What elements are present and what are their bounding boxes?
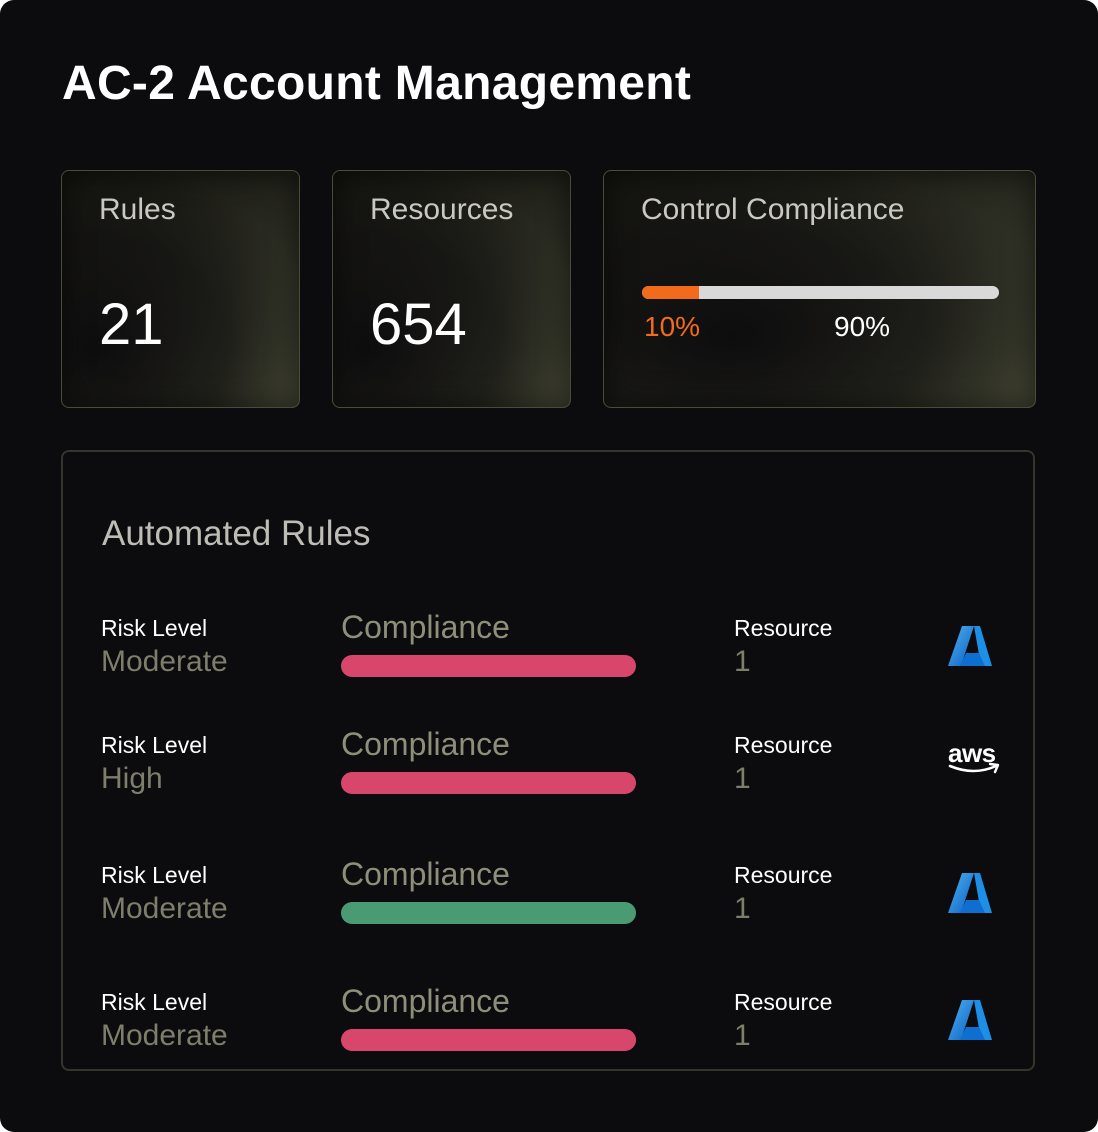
compliance-bar (341, 655, 636, 677)
control-detail-panel: AC-2 Account Management Rules 21 Resourc… (0, 0, 1098, 1132)
resource-count: 1 (734, 892, 751, 925)
aws-icon: aws (948, 738, 1008, 788)
automated-rules-title: Automated Rules (102, 514, 371, 553)
compliance-label: Compliance (341, 609, 510, 645)
control-compliance-card[interactable]: Control Compliance 10% 90% (603, 170, 1036, 408)
resource-label: Resource (734, 732, 833, 758)
compliant-percent: 90% (834, 311, 891, 342)
azure-icon (947, 999, 1007, 1049)
rules-count: 21 (99, 292, 164, 357)
automated-rules-panel: Automated Rules Risk Level Moderate Comp… (61, 450, 1035, 1071)
resource-count: 1 (734, 645, 751, 678)
compliance-bar (341, 902, 636, 924)
risk-level-value: Moderate (101, 645, 228, 678)
compliance-progress-fill (642, 286, 700, 299)
risk-level-value: High (101, 762, 163, 795)
compliance-label: Compliance (341, 983, 510, 1019)
non-compliant-percent: 10% (644, 311, 701, 342)
control-compliance-label: Control Compliance (641, 193, 905, 226)
resource-label: Resource (734, 615, 833, 641)
risk-level-label: Risk Level (101, 732, 208, 758)
resource-count: 1 (734, 762, 751, 795)
resource-label: Resource (734, 989, 833, 1015)
risk-level-value: Moderate (101, 892, 228, 925)
resource-label: Resource (734, 862, 833, 888)
risk-level-label: Risk Level (101, 989, 208, 1015)
page-title: AC-2 Account Management (62, 57, 692, 110)
resources-label: Resources (370, 193, 514, 226)
resources-count: 654 (370, 292, 467, 357)
azure-icon (947, 872, 1007, 922)
compliance-label: Compliance (341, 856, 510, 892)
compliance-label: Compliance (341, 726, 510, 762)
risk-level-label: Risk Level (101, 862, 208, 888)
resource-count: 1 (734, 1019, 751, 1052)
compliance-bar (341, 772, 636, 794)
risk-level-label: Risk Level (101, 615, 208, 641)
rule-row[interactable]: Risk Level Moderate Compliance Resource … (63, 856, 1033, 952)
rule-row[interactable]: Risk Level High Compliance Resource 1 aw… (63, 726, 1033, 822)
rule-row[interactable]: Risk Level Moderate Compliance Resource … (63, 609, 1033, 705)
rule-row[interactable]: Risk Level Moderate Compliance Resource … (63, 983, 1033, 1079)
rules-card[interactable]: Rules 21 (61, 170, 300, 408)
azure-icon (947, 625, 1007, 675)
resources-card[interactable]: Resources 654 (332, 170, 571, 408)
compliance-bar (341, 1029, 636, 1051)
rules-label: Rules (99, 193, 176, 226)
compliance-progress-bar (642, 286, 999, 299)
risk-level-value: Moderate (101, 1019, 228, 1052)
